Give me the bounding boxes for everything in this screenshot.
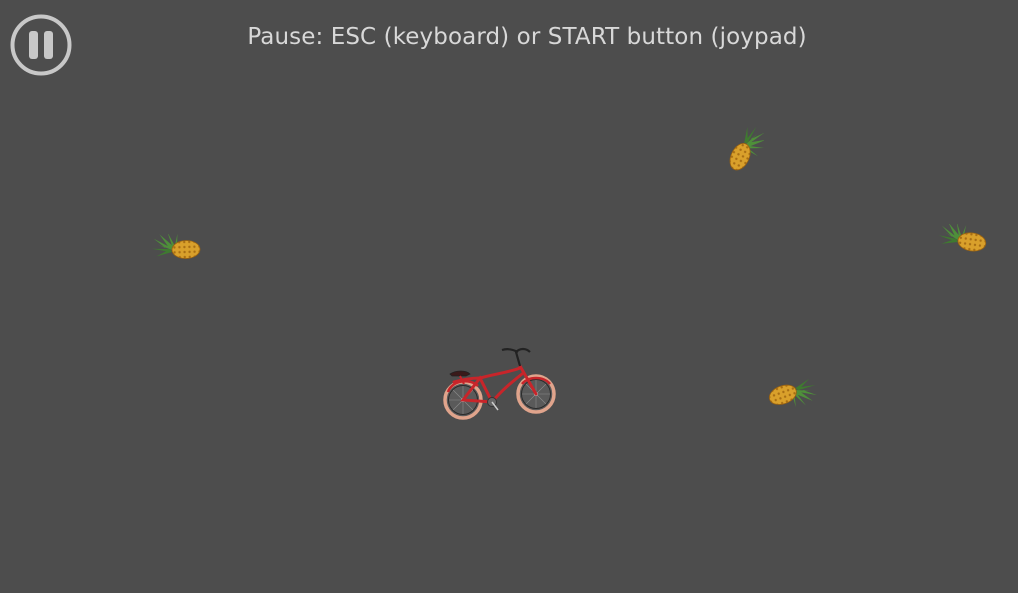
pineapple-pickup [725, 122, 764, 178]
bicycle-player [443, 347, 556, 420]
pause-hint-text: Pause: ESC (keyboard) or START button (j… [247, 24, 807, 50]
pineapple-pickup [766, 374, 822, 412]
game-canvas[interactable]: Pause: ESC (keyboard) or START button (j… [0, 0, 1018, 593]
pineapple-pickup [150, 234, 201, 261]
pineapple-pickup [936, 224, 989, 254]
